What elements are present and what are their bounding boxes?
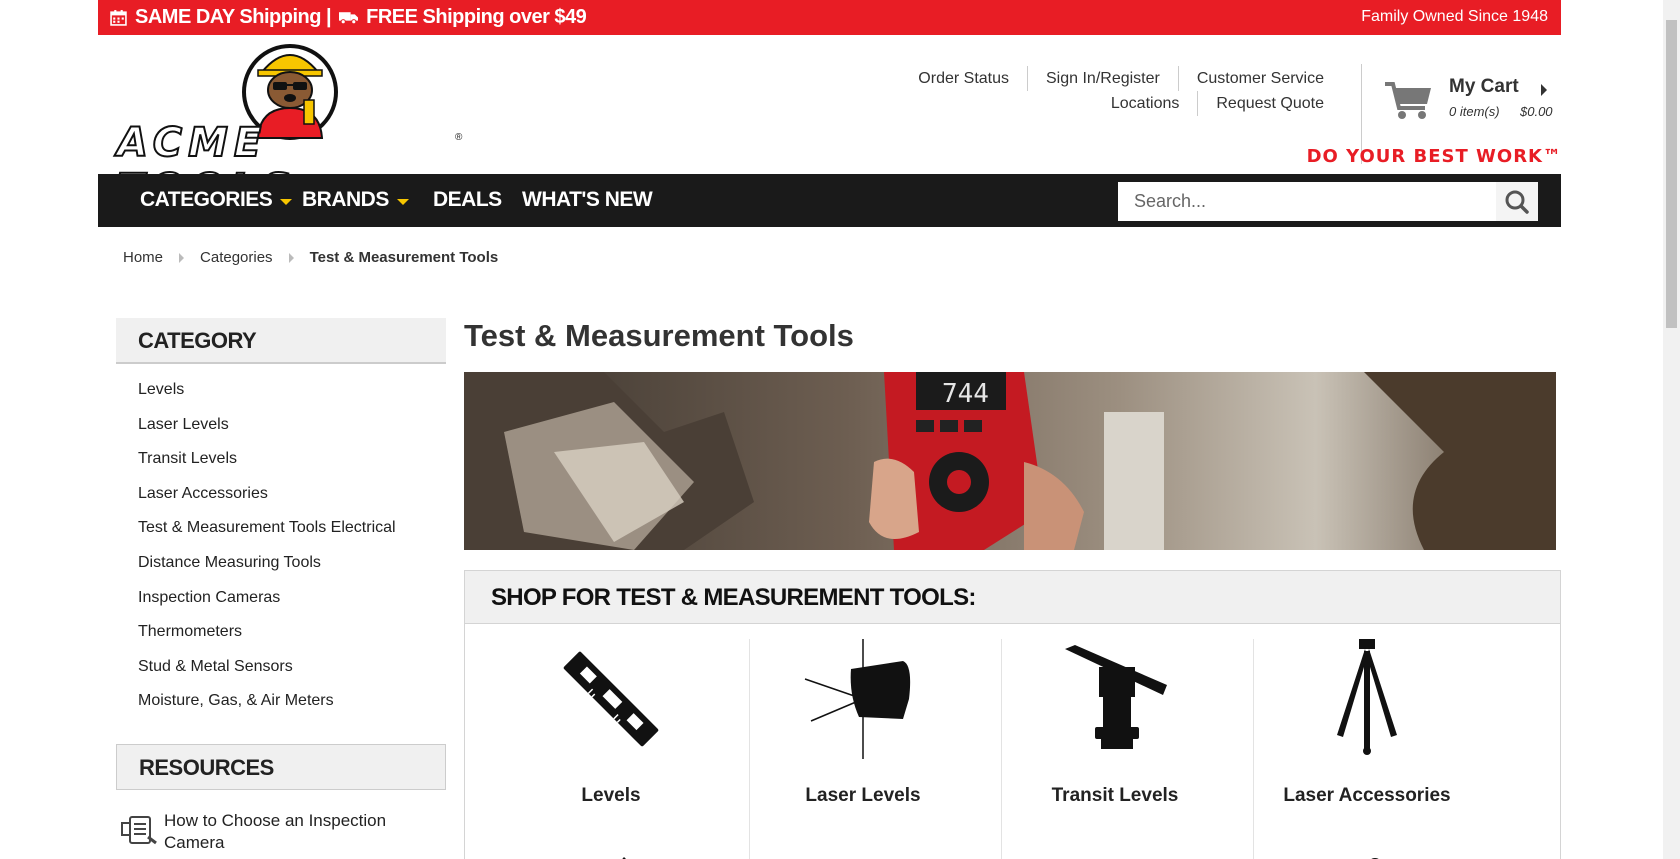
utility-links: Order Status Sign In/Register Customer S…	[918, 66, 1324, 116]
customer-service-link[interactable]: Customer Service	[1179, 66, 1324, 91]
breadcrumb-current: Test & Measurement Tools	[309, 249, 499, 266]
category-heading-label: CATEGORY	[138, 328, 257, 353]
tagline: DO YOUR BEST WORK™	[1306, 146, 1562, 167]
calendar-icon	[110, 10, 127, 26]
promo-bar: SAME DAY Shipping | FREE Shipping over $…	[98, 0, 1561, 35]
category-link[interactable]: Thermometers	[138, 622, 396, 657]
category-tile-label: Laser Accessories	[1283, 785, 1451, 806]
category-tile-label: Laser Levels	[805, 785, 921, 806]
free-shipping-text: FREE Shipping over $49	[366, 6, 587, 28]
category-tile-transit-levels[interactable]: Transit Levels	[989, 639, 1241, 839]
hero-banner-image: 744	[464, 372, 1556, 550]
page-scrollbar[interactable]	[1663, 0, 1680, 859]
family-owned-text: Family Owned Since 1948	[1361, 8, 1548, 25]
search-icon	[1505, 190, 1529, 214]
category-link[interactable]: Distance Measuring Tools	[138, 553, 396, 588]
next-row-tile-icon	[622, 857, 626, 859]
resources-heading-label: RESOURCES	[139, 755, 274, 780]
chevron-right-icon	[1541, 84, 1547, 96]
breadcrumb-separator-icon	[179, 252, 185, 263]
shop-heading: SHOP FOR TEST & MEASUREMENT TOOLS:	[491, 584, 976, 611]
request-quote-link[interactable]: Request Quote	[1198, 91, 1324, 116]
breadcrumb: Home Categories Test & Measurement Tools	[123, 249, 498, 266]
registered-mark: ®	[455, 132, 463, 143]
page-title: Test & Measurement Tools	[464, 318, 854, 353]
breadcrumb-separator-icon	[288, 252, 294, 263]
category-heading: CATEGORY	[116, 318, 446, 364]
sign-in-register-link[interactable]: Sign In/Register	[1028, 66, 1179, 91]
breadcrumb-categories[interactable]: Categories	[200, 249, 273, 266]
resource-link-text: How to Choose an Inspection Camera	[164, 811, 387, 852]
cart-item-count: 0 item(s)	[1449, 104, 1500, 119]
document-icon	[121, 816, 157, 845]
laser-level-icon	[804, 639, 911, 759]
search-box	[1118, 182, 1538, 221]
tripod-icon	[1337, 639, 1397, 755]
caret-down-icon	[396, 199, 409, 205]
category-link[interactable]: Levels	[138, 380, 396, 415]
mini-cart[interactable]: My Cart 0 item(s) $0.00	[1385, 76, 1560, 126]
category-link[interactable]: Laser Levels	[138, 415, 396, 450]
nav-brands[interactable]: BRANDS	[302, 188, 409, 212]
category-link[interactable]: Inspection Cameras	[138, 588, 396, 623]
truck-icon	[339, 12, 359, 25]
category-tile-laser-accessories[interactable]: Laser Accessories	[1241, 639, 1493, 839]
category-tile-label: Transit Levels	[1051, 785, 1179, 806]
nav-deals-label: DEALS	[433, 188, 502, 211]
resource-link[interactable]: How to Choose an Inspection Camera	[118, 810, 418, 855]
search-input[interactable]	[1118, 182, 1496, 221]
shop-heading-bar: SHOP FOR TEST & MEASUREMENT TOOLS:	[465, 571, 1560, 624]
nav-deals[interactable]: DEALS	[433, 188, 502, 212]
nav-categories[interactable]: CATEGORIES	[140, 188, 293, 212]
category-link[interactable]: Stud & Metal Sensors	[138, 657, 396, 692]
main-nav: CATEGORIES BRANDS DEALS WHAT'S NEW	[98, 174, 1561, 227]
transit-level-icon	[1065, 645, 1167, 749]
level-icon	[563, 651, 659, 747]
same-day-shipping-text: SAME DAY Shipping |	[135, 6, 332, 28]
nav-whats-new-label: WHAT'S NEW	[522, 188, 653, 211]
shop-category-panel: SHOP FOR TEST & MEASUREMENT TOOLS: Level…	[464, 570, 1561, 859]
nav-categories-label: CATEGORIES	[140, 188, 273, 211]
acme-tools-logo[interactable]: ACME TOOLS ®	[115, 40, 465, 213]
category-tile-label: Levels	[581, 785, 641, 806]
locations-link[interactable]: Locations	[1111, 91, 1199, 116]
shipping-promo[interactable]: SAME DAY Shipping | FREE Shipping over $…	[110, 6, 587, 29]
category-link[interactable]: Moisture, Gas, & Air Meters	[138, 691, 396, 726]
search-button[interactable]	[1496, 182, 1538, 221]
breadcrumb-home[interactable]: Home	[123, 249, 163, 266]
next-row-tile-icon	[1371, 858, 1379, 859]
resources-heading: RESOURCES	[116, 744, 446, 790]
category-link[interactable]: Transit Levels	[138, 449, 396, 484]
cart-title: My Cart	[1449, 76, 1519, 97]
multimeter-photo: 744	[464, 372, 1556, 550]
meter-display: 744	[942, 379, 989, 409]
nav-whats-new[interactable]: WHAT'S NEW	[522, 188, 653, 212]
shopping-cart-icon	[1385, 82, 1431, 119]
category-link[interactable]: Test & Measurement Tools Electrical	[138, 518, 396, 553]
nav-brands-label: BRANDS	[302, 188, 389, 211]
category-list: Levels Laser Levels Transit Levels Laser…	[138, 380, 396, 726]
scrollbar-thumb[interactable]	[1666, 20, 1677, 328]
category-link[interactable]: Laser Accessories	[138, 484, 396, 519]
category-tile-levels[interactable]: Levels	[485, 639, 737, 839]
order-status-link[interactable]: Order Status	[918, 66, 1028, 91]
cart-total: $0.00	[1520, 104, 1553, 119]
category-tile-laser-levels[interactable]: Laser Levels	[737, 639, 989, 839]
caret-down-icon	[280, 199, 293, 205]
